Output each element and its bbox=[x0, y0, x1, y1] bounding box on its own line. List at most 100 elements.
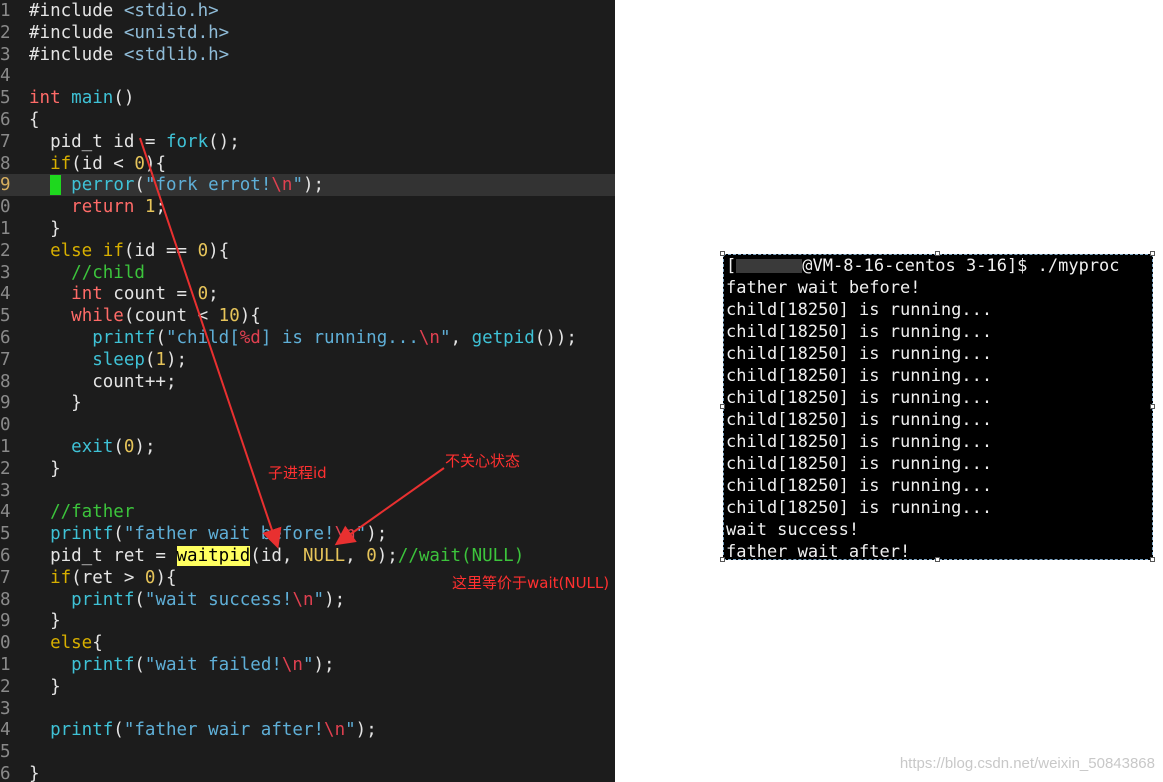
code-token: pid_t ret = bbox=[29, 546, 177, 566]
code-line[interactable]: 4 bbox=[0, 65, 615, 87]
terminal-line: father wait after! bbox=[726, 542, 911, 560]
code-line[interactable]: 1 #include <stdio.h> bbox=[0, 0, 615, 22]
code-line[interactable]: 1 exit(0); bbox=[0, 436, 615, 458]
code-token: sleep bbox=[92, 349, 145, 370]
code-line[interactable]: 9 } bbox=[0, 392, 615, 414]
code-line[interactable]: 2 } bbox=[0, 676, 615, 698]
code-token: printf bbox=[50, 524, 114, 545]
code-line[interactable]: 2 #include <unistd.h> bbox=[0, 22, 615, 44]
code-token: (); bbox=[208, 131, 240, 152]
code-line[interactable]: 8 if(id < 0){ bbox=[0, 153, 615, 175]
code-token: } bbox=[29, 219, 61, 239]
line-number: 8 bbox=[0, 589, 11, 610]
line-number: 3 bbox=[0, 698, 11, 719]
code-line[interactable]: 6{ bbox=[0, 109, 615, 131]
line-number: 4 bbox=[0, 502, 11, 523]
code-token: NULL bbox=[302, 546, 346, 566]
resize-handle[interactable] bbox=[720, 404, 725, 409]
code-token: ){ bbox=[239, 306, 261, 327]
code-text: if(ret > 0){ bbox=[29, 567, 176, 589]
code-line[interactable]: 0 else{ bbox=[0, 632, 615, 654]
ignore-status-note: 不关心状态 bbox=[445, 452, 521, 470]
code-text: int main() bbox=[29, 87, 134, 109]
resize-handle[interactable] bbox=[935, 251, 940, 256]
resize-handle[interactable] bbox=[1150, 557, 1155, 562]
watermark: https://blog.csdn.net/weixin_50843868 bbox=[899, 755, 1155, 772]
code-line[interactable]: 6 pid_t ret = waitpid(id, NULL, 0);//wai… bbox=[0, 545, 615, 567]
code-token: " bbox=[439, 328, 451, 348]
line-number: 6 bbox=[0, 546, 11, 566]
code-token: ] is running... bbox=[260, 328, 419, 348]
code-line[interactable]: 2 else if(id == 0){ bbox=[0, 240, 615, 262]
line-number: 3 bbox=[0, 262, 11, 283]
code-token: ); bbox=[324, 589, 346, 610]
line-number: 1 bbox=[0, 219, 11, 239]
code-text: } bbox=[29, 676, 61, 698]
line-number: 0 bbox=[0, 633, 11, 654]
code-text: } bbox=[29, 218, 61, 240]
code-line[interactable]: 5 int main() bbox=[0, 87, 615, 109]
line-number: 5 bbox=[0, 524, 11, 545]
code-line[interactable]: 6} bbox=[0, 763, 615, 782]
code-text: printf("child[%d] is running...\n", getp… bbox=[29, 327, 577, 349]
code-token: "child[ bbox=[165, 328, 240, 348]
code-token: (ret > bbox=[71, 567, 145, 588]
code-line[interactable]: 4 //father bbox=[0, 501, 615, 523]
code-line[interactable]: 7 sleep(1); bbox=[0, 349, 615, 371]
code-token: { bbox=[92, 633, 103, 654]
code-line[interactable]: 4 printf("father wair after!\n"); bbox=[0, 719, 615, 741]
line-number: 5 bbox=[0, 88, 11, 109]
code-line[interactable]: 3 bbox=[0, 698, 615, 720]
code-line[interactable]: 9 perror("fork errot!\n"); bbox=[0, 174, 615, 197]
code-token: " bbox=[355, 524, 367, 545]
code-token: 0 bbox=[366, 546, 377, 566]
code-token: ){ bbox=[208, 240, 230, 261]
code-line[interactable]: 1 } bbox=[0, 218, 615, 240]
terminal-line: child[18250] is running... bbox=[726, 322, 993, 342]
code-line[interactable]: 3 #include <stdlib.h> bbox=[0, 44, 615, 66]
code-line[interactable]: 6 printf("child[%d] is running...\n", ge… bbox=[0, 327, 615, 349]
code-text: printf("father wair after!\n"); bbox=[29, 719, 377, 741]
child-pid-note: 子进程id bbox=[268, 464, 327, 482]
code-token: count++; bbox=[29, 371, 177, 392]
code-token: } bbox=[29, 458, 61, 479]
code-editor[interactable]: 1 #include <stdio.h> 2 #include <unistd.h> 3… bbox=[0, 0, 615, 782]
resize-handle[interactable] bbox=[935, 557, 940, 562]
code-line[interactable]: 8 count++; bbox=[0, 371, 615, 393]
code-line[interactable]: 0 bbox=[0, 414, 615, 436]
code-token: 10 bbox=[218, 306, 240, 327]
code-line[interactable]: 1 printf("wait failed!\n"); bbox=[0, 654, 615, 676]
text-cursor bbox=[50, 175, 61, 196]
resize-handle[interactable] bbox=[720, 557, 725, 562]
code-token: printf bbox=[71, 589, 135, 610]
code-line[interactable]: 5 bbox=[0, 741, 615, 763]
code-line[interactable]: 5 printf("father wait before!\n"); bbox=[0, 523, 615, 545]
line-number: 2 bbox=[0, 458, 11, 479]
code-token: 1 bbox=[144, 197, 156, 218]
terminal-line: child[18250] is running... bbox=[726, 344, 993, 364]
code-token: ; bbox=[208, 284, 219, 305]
resize-handle[interactable] bbox=[1150, 251, 1155, 256]
line-number: 9 bbox=[0, 393, 11, 414]
code-line[interactable]: 5 while(count < 10){ bbox=[0, 305, 615, 327]
code-token: ); bbox=[134, 437, 156, 457]
code-token: } bbox=[29, 611, 61, 632]
code-line[interactable]: 9 } bbox=[0, 610, 615, 632]
code-line[interactable]: 3 //child bbox=[0, 262, 615, 284]
code-token: //wait(NULL) bbox=[397, 546, 525, 566]
resize-handle[interactable] bbox=[1150, 404, 1155, 409]
code-line[interactable]: 7 pid_t id = fork(); bbox=[0, 131, 615, 153]
code-token: #include bbox=[29, 1, 124, 21]
code-line[interactable]: 0 return 1; bbox=[0, 196, 615, 218]
resize-handle[interactable] bbox=[720, 251, 725, 256]
code-token: "wait failed! bbox=[144, 655, 282, 675]
line-number: 1 bbox=[0, 1, 11, 21]
code-line[interactable]: 4 int count = 0; bbox=[0, 283, 615, 305]
code-token: waitpid bbox=[176, 546, 251, 566]
